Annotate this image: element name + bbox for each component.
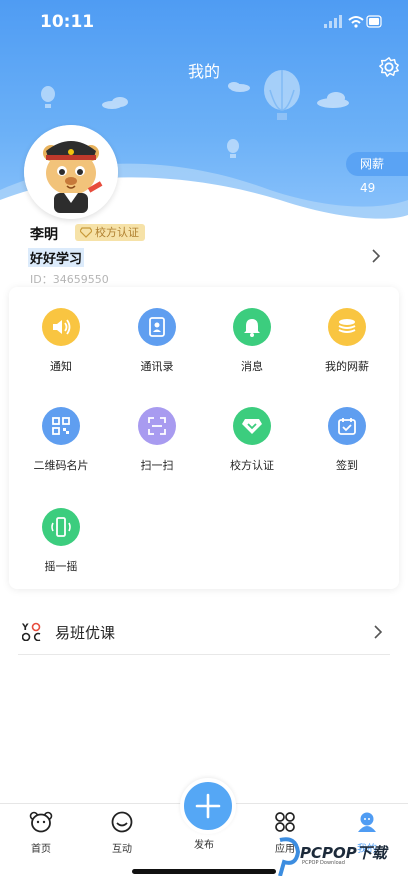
function-label: 我的网薪 <box>325 360 369 373</box>
tab-label: 首页 <box>31 844 51 855</box>
function-label: 消息 <box>241 360 263 373</box>
speaker-icon <box>42 308 80 346</box>
user-id: ID：34659550 <box>30 273 109 286</box>
function-contacts[interactable]: 通讯录 <box>107 308 207 374</box>
gear-icon[interactable] <box>378 56 400 78</box>
plus-icon <box>195 793 221 819</box>
wage-badge[interactable]: 网薪 49 <box>346 152 408 195</box>
function-shake[interactable]: 摇一摇 <box>11 508 111 574</box>
function-notification[interactable]: 通知 <box>11 308 111 374</box>
contacts-icon <box>138 308 176 346</box>
function-label: 摇一摇 <box>44 560 78 573</box>
signal-icon <box>324 15 342 28</box>
diamond-icon <box>233 407 271 445</box>
function-label: 通知 <box>50 360 72 373</box>
diamond-small-icon <box>80 227 92 238</box>
course-row[interactable]: Y 易班优课 <box>18 610 390 655</box>
function-checkin[interactable]: 签到 <box>297 407 397 473</box>
status-icons <box>324 14 382 33</box>
function-label: 扫一扫 <box>140 459 174 472</box>
function-grid: 通知 通讯录 消息 我的网薪 二维码名片 扫一扫 校方认证 签到 摇一摇 <box>9 287 399 589</box>
function-qrcode[interactable]: 二维码名片 <box>11 407 111 473</box>
function-certification[interactable]: 校方认证 <box>202 407 302 473</box>
page-title: 我的 <box>187 62 220 81</box>
status-time: 10:11 <box>40 12 95 32</box>
function-label: 签到 <box>336 459 358 472</box>
certification-label: 校方认证 <box>95 226 139 239</box>
user-icon <box>358 812 376 832</box>
svg-text:Y: Y <box>22 623 29 633</box>
watermark-subtext: PCPOP Download <box>302 860 345 866</box>
scan-icon <box>138 407 176 445</box>
publish-label: 发布 <box>194 840 214 851</box>
yiban-course-logo-icon: Y <box>22 622 41 641</box>
function-scan[interactable]: 扫一扫 <box>107 407 207 473</box>
course-label: 易班优课 <box>55 624 116 642</box>
function-messages[interactable]: 消息 <box>202 308 302 374</box>
tab-interact[interactable]: 互动 <box>92 810 152 855</box>
function-label: 校方认证 <box>230 459 274 472</box>
tab-label: 互动 <box>112 844 132 855</box>
avatar[interactable] <box>24 125 118 219</box>
apps-icon <box>275 812 295 832</box>
shake-phone-icon <box>42 508 80 546</box>
function-label: 通讯录 <box>140 360 174 373</box>
home-indicator <box>132 869 276 874</box>
user-name: 李明 <box>30 227 58 243</box>
bear-home-icon <box>29 811 53 833</box>
coins-icon <box>328 308 366 346</box>
qrcode-icon <box>42 407 80 445</box>
calendar-check-icon <box>328 407 366 445</box>
function-my-wage[interactable]: 我的网薪 <box>297 308 397 374</box>
bell-icon <box>233 308 271 346</box>
user-motto: 好好学习 <box>28 248 85 267</box>
chevron-right-icon[interactable] <box>370 249 382 263</box>
bear-avatar-icon <box>24 125 118 219</box>
smile-icon <box>111 811 133 833</box>
tab-home[interactable]: 首页 <box>11 810 71 855</box>
publish-button[interactable] <box>180 778 236 834</box>
function-label: 二维码名片 <box>33 459 89 472</box>
certification-badge: 校方认证 <box>75 224 145 241</box>
chevron-right-icon <box>374 625 383 639</box>
